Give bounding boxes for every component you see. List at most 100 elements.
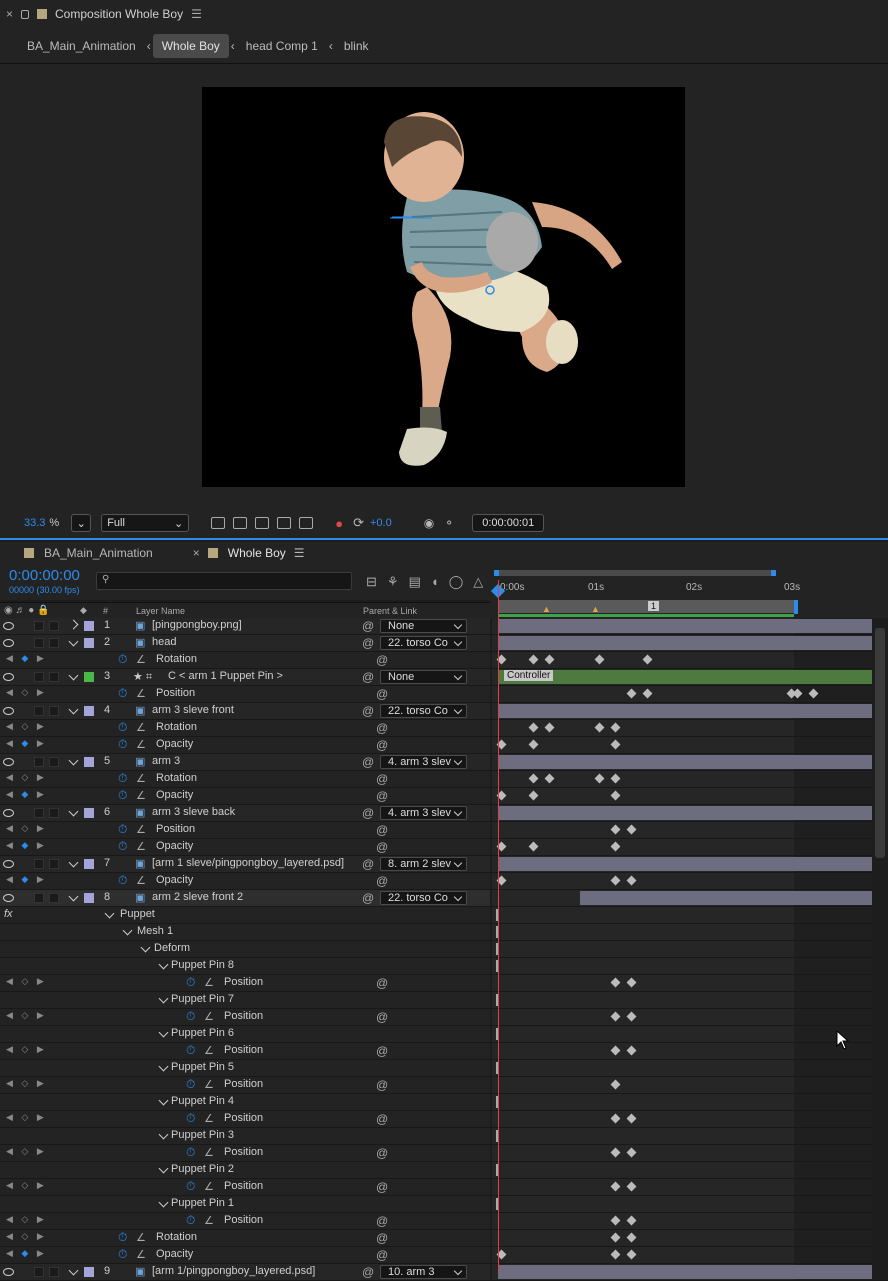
twirl-arrow-icon[interactable] [122,925,133,936]
graph-editor-icon[interactable]: ◯ [449,574,464,590]
row-track[interactable] [492,788,872,804]
eye-icon[interactable] [3,894,14,902]
keyframe[interactable] [610,1011,621,1022]
keyframe[interactable] [626,977,637,988]
keyframe[interactable] [610,875,621,886]
transparency-grid-icon[interactable] [233,517,248,529]
stopwatch-icon[interactable]: ⏱ [118,771,127,786]
layer-name[interactable]: arm 3 [152,755,180,767]
exposure-value[interactable]: +0.0 [370,517,392,529]
parent-dropdown[interactable]: 4. arm 3 slev [380,806,467,820]
property-row[interactable]: ◀ ◇ ▶ ⏱ ∠ Position @ [0,1179,888,1196]
layer-row[interactable]: 4 ▣ arm 3 sleve front @22. torso Co [0,703,888,720]
row-track[interactable] [492,924,872,940]
lock-switch[interactable] [49,621,59,631]
row-track[interactable] [492,1145,872,1161]
marker-icon[interactable]: ▲ [542,604,551,614]
layer-name[interactable]: [arm 1 sleve/pingpongboy_layered.psd] [152,857,344,869]
keyframe[interactable] [528,722,539,733]
row-track[interactable]: Controller [492,669,872,685]
twirl-arrow-icon[interactable] [158,1163,169,1174]
solo-switch[interactable] [34,638,44,648]
label-color-swatch[interactable] [84,859,94,869]
label-color-swatch[interactable] [84,672,94,682]
solo-switch[interactable] [34,893,44,903]
property-row[interactable]: ◀ ◆ ▶ ⏱ ∠ Opacity @ [0,873,888,890]
col-parent[interactable]: Parent & Link [363,606,417,616]
pick-whip-icon[interactable]: @ [376,772,388,786]
twirl-arrow-icon[interactable] [158,1197,169,1208]
row-track[interactable] [492,907,872,923]
graph-icon[interactable]: ∠ [136,772,146,785]
pick-whip-icon[interactable]: @ [376,823,388,837]
lock-switch[interactable] [49,1267,59,1277]
twirl-arrow-icon[interactable] [158,1095,169,1106]
twirl-arrow-icon[interactable] [68,806,79,817]
twirl-arrow-icon[interactable] [68,857,79,868]
stopwatch-icon[interactable]: ⏱ [118,720,127,735]
row-track[interactable] [492,873,872,889]
breadcrumb-head-comp-1[interactable]: head Comp 1 [237,34,327,58]
layer-row[interactable]: 2 ▣ head @22. torso Co [0,635,888,652]
row-track[interactable] [492,686,872,702]
row-track[interactable] [492,1043,872,1059]
row-track[interactable] [492,1094,872,1110]
pick-whip-icon[interactable]: @ [362,636,374,650]
property-row[interactable]: ◀ ◇ ▶ ⏱ ∠ Rotation @ [0,720,888,737]
keyframe[interactable] [610,1045,621,1056]
work-area-end[interactable] [794,600,798,614]
row-track[interactable] [492,1077,872,1093]
keyframe[interactable] [642,654,653,665]
keyframe-navigator[interactable]: ◀ ◇ ▶ [6,976,47,987]
row-track[interactable] [492,822,872,838]
lock-switch[interactable] [49,893,59,903]
row-track[interactable] [492,958,872,974]
keyframe[interactable] [626,1249,637,1260]
property-group-row[interactable]: Puppet Pin 3 [0,1128,888,1145]
row-track[interactable] [492,992,872,1008]
graph-icon[interactable]: ∠ [136,1231,146,1244]
property-row[interactable]: ◀ ◆ ▶ ⏱ ∠ Opacity @ [0,737,888,754]
graph-icon[interactable]: ∠ [204,1010,214,1023]
graph-icon[interactable]: ∠ [136,840,146,853]
zoom-value[interactable]: 33.3 [24,517,45,529]
layer-duration-bar[interactable] [498,636,872,650]
keyframe[interactable] [610,1113,621,1124]
shy-layers-icon[interactable]: ⚘ [387,574,399,590]
show-snapshot-icon[interactable]: ⚬ [444,516,454,530]
panel-menu-icon[interactable]: ☰ [294,546,305,560]
layer-name[interactable]: head [152,636,176,648]
property-row[interactable]: ◀ ◇ ▶ ⏱ ∠ Position @ [0,1009,888,1026]
solo-switch[interactable] [34,1267,44,1277]
eye-icon[interactable] [3,639,14,647]
color-channels-icon[interactable]: ● [335,516,343,531]
pick-whip-icon[interactable]: @ [362,891,374,905]
property-row[interactable]: ◀ ◆ ▶ ⏱ ∠ Opacity @ [0,839,888,856]
layer-duration-bar[interactable] [580,891,872,905]
fast-previews-icon[interactable] [211,517,226,529]
property-row[interactable]: ◀ ◇ ▶ ⏱ ∠ Position @ [0,1043,888,1060]
property-group-row[interactable]: fx Puppet [0,907,888,924]
keyframe[interactable] [626,1147,637,1158]
property-group-row[interactable]: Puppet Pin 7 [0,992,888,1009]
row-track[interactable] [492,1060,872,1076]
pick-whip-icon[interactable]: @ [376,1248,388,1262]
keyframe[interactable] [528,790,539,801]
twirl-arrow-icon[interactable] [140,942,151,953]
eye-icon[interactable] [3,860,14,868]
property-group-row[interactable]: Puppet Pin 5 [0,1060,888,1077]
row-track[interactable] [492,975,872,991]
keyframe[interactable] [610,790,621,801]
layer-name[interactable]: arm 2 sleve front 2 [152,891,243,903]
graph-icon[interactable]: ∠ [204,1146,214,1159]
viewer-timecode[interactable]: 0:00:00:01 [472,514,545,532]
keyframe-navigator[interactable]: ◀ ◇ ▶ [6,1044,47,1055]
keyframe[interactable] [528,773,539,784]
twirl-arrow-icon[interactable] [68,704,79,715]
current-time-indicator[interactable] [498,580,499,1272]
pick-whip-icon[interactable]: @ [362,755,374,769]
twirl-arrow-icon[interactable] [68,891,79,902]
lock-switch[interactable] [49,859,59,869]
tab-ba-main-animation[interactable]: BA_Main_Animation [44,546,153,560]
marker-icon[interactable]: ▲ [591,604,600,614]
